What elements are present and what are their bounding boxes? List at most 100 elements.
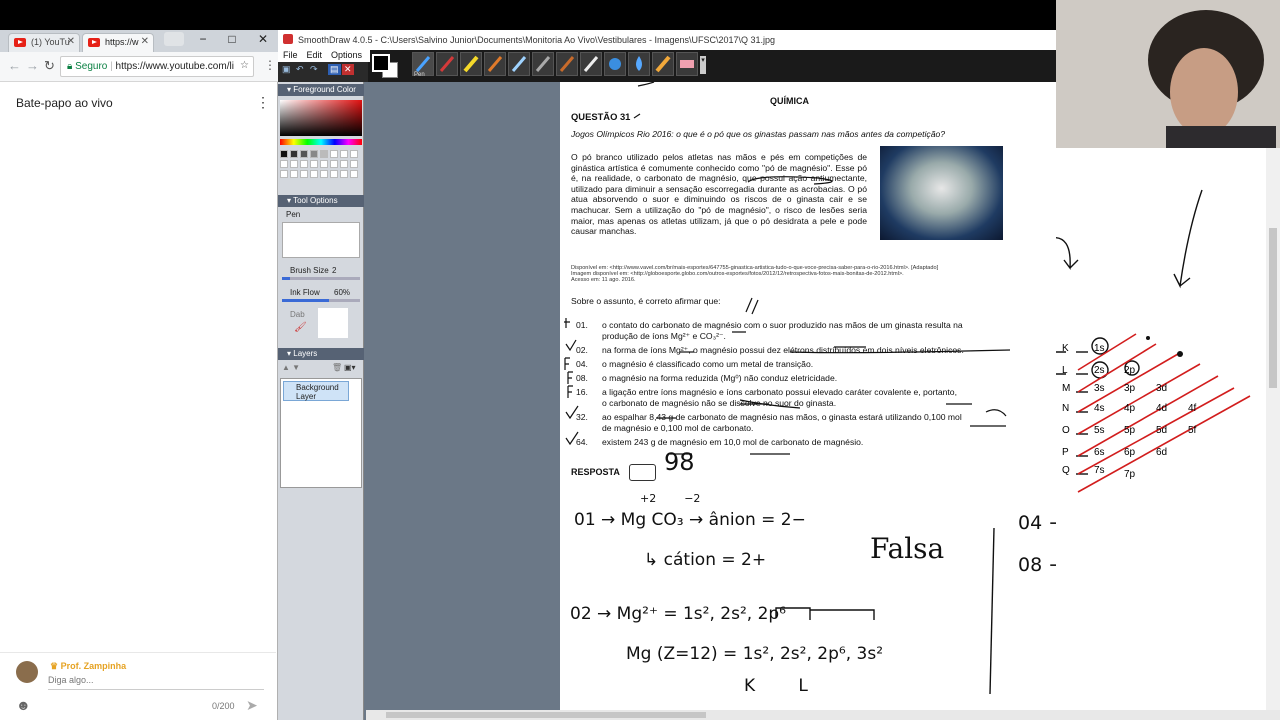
close-image-icon[interactable]: ✕ [342, 64, 354, 75]
send-icon[interactable]: ➤ [246, 697, 258, 714]
toolbar-dropdown-icon[interactable]: ▾ [700, 56, 706, 74]
panel-title: Layers [293, 349, 318, 358]
layer-name: Background Layer [296, 383, 339, 401]
subshell: 6p [1124, 447, 1136, 458]
eraser-tool[interactable] [676, 52, 698, 76]
crayon-tool[interactable] [556, 52, 578, 76]
highlighter-tool[interactable] [460, 52, 482, 76]
brush-size-slider[interactable] [282, 277, 360, 280]
spray-tool[interactable] [604, 52, 626, 76]
hue-slider[interactable] [280, 139, 362, 145]
foreground-color-header[interactable]: ▾ Foreground Color [278, 84, 364, 96]
chalk-tool[interactable] [580, 52, 602, 76]
horizontal-scrollbar-end[interactable] [1056, 710, 1280, 720]
window-title-text: SmoothDraw 4.0.5 - C:\Users\Salvino Juni… [298, 35, 776, 45]
side-panel: ▾ Foreground Color ▾ Tool Options Pen Br… [278, 82, 364, 720]
close-window-button[interactable]: ✕ [254, 32, 272, 46]
star-icon[interactable]: ☆ [240, 60, 249, 71]
save-icon[interactable]: ▣ [282, 64, 291, 75]
menu-options[interactable]: Options [331, 50, 362, 60]
webcam-overlay [1056, 0, 1280, 148]
close-tab-icon[interactable]: ✕ [141, 36, 149, 47]
presenter-video [1056, 0, 1280, 148]
chat-menu-icon[interactable]: ⋮ [256, 94, 270, 111]
tab-label: (1) YouTu [31, 37, 70, 47]
panel-title: Tool Options [293, 196, 338, 205]
redo-icon[interactable]: ↷ [310, 64, 318, 75]
horizontal-scrollbar[interactable] [366, 710, 1056, 720]
url-input[interactable]: 🔒︎ Seguro | https://www.youtube.com/li [60, 56, 254, 77]
marker-tool[interactable] [484, 52, 506, 76]
chat-input[interactable]: Diga algo... [48, 675, 94, 685]
youtube-icon [88, 38, 100, 47]
maximize-button[interactable]: □ [223, 32, 241, 46]
airbrush-tool[interactable] [508, 52, 530, 76]
close-tab-icon[interactable]: ✕ [67, 36, 75, 47]
annotation-lines [775, 527, 995, 695]
tool-label: Pen [414, 72, 425, 78]
panel-title: Foreground Color [293, 85, 356, 94]
address-bar-row: ← → ↻ 🔒︎ Seguro | https://www.youtube.co… [0, 52, 278, 82]
reload-icon[interactable]: ↻ [44, 58, 55, 74]
subshell: 4d [1156, 403, 1168, 414]
shell-label: K [1062, 343, 1069, 354]
minimize-button[interactable]: − [194, 32, 212, 46]
diagram-area: K L M N O P Q 1s 2s 2p 3s 3p 3d 4s 4p 4d… [1056, 148, 1280, 720]
layer-delete-icon[interactable]: 🗑︎ [332, 363, 342, 372]
layer-list: Background Layer [280, 378, 362, 488]
subshell: 2p [1124, 365, 1136, 376]
char-count: 0/200 [212, 701, 235, 711]
menu-file[interactable]: File [283, 50, 298, 60]
dab-brush-icon[interactable]: 🖌︎ [294, 322, 307, 333]
forward-icon[interactable]: → [26, 58, 39, 73]
smudge-tool[interactable] [652, 52, 674, 76]
quick-toolbar: ▣ ↶ ↷ ▤ ✕ [278, 62, 368, 82]
subshell: 3d [1156, 383, 1168, 394]
subshell: 3s [1094, 383, 1105, 394]
dab-label: Dab [290, 310, 305, 319]
app-icon [283, 34, 293, 44]
menu-edit[interactable]: Edit [307, 50, 323, 60]
tab-bar: (1) YouTu ✕ https://w ✕ − □ ✕ [0, 30, 278, 52]
pencil-tool[interactable] [436, 52, 458, 76]
brush-tool[interactable] [532, 52, 554, 76]
tab-youtube-1[interactable]: (1) YouTu ✕ [8, 33, 80, 52]
tool-options-header[interactable]: ▾ Tool Options [278, 195, 364, 207]
subshell: 5p [1124, 425, 1136, 436]
vertical-scrollbar[interactable] [1266, 148, 1280, 710]
shell-label: M [1062, 383, 1071, 394]
canvas-document[interactable]: QUÍMICA QUESTÃO 31 Jogos Olímpicos Rio 2… [560, 82, 1056, 712]
chat-title: Bate-papo ao vivo [16, 96, 113, 110]
ink-flow-value: 60% [334, 288, 351, 297]
menu-icon[interactable]: ⋮ [264, 58, 276, 72]
window-title: SmoothDraw 4.0.5 - C:\Users\Salvino Juni… [278, 30, 1056, 50]
layer-menu-icon[interactable]: ▣▾ [344, 363, 356, 372]
subshell: 7p [1124, 469, 1136, 480]
color-picker[interactable] [280, 100, 362, 136]
shell-label: L [1062, 365, 1068, 376]
new-icon[interactable]: ▤ [328, 64, 341, 75]
pen-preview[interactable] [282, 222, 360, 258]
back-icon[interactable]: ← [8, 58, 21, 73]
subshell: 6s [1094, 447, 1105, 458]
tab-youtube-2[interactable]: https://w ✕ [82, 33, 154, 52]
linus-pauling-diagram [1056, 189, 1251, 493]
layer-up-icon[interactable]: ▲ ▼ [282, 363, 300, 372]
author-name: Prof. Zampinha [60, 661, 127, 671]
undo-icon[interactable]: ↶ [296, 64, 304, 75]
layers-header[interactable]: ▾ Layers [278, 348, 364, 360]
background-layer[interactable]: Background Layer [283, 381, 349, 401]
water-tool[interactable] [628, 52, 650, 76]
foreground-color-swatch[interactable] [372, 54, 390, 72]
dab-preview [318, 308, 348, 338]
input-underline [48, 689, 264, 690]
swatch-grid[interactable] [280, 148, 362, 178]
ink-flow-slider[interactable] [282, 299, 360, 302]
chat-input-area: ♛ Prof. Zampinha Diga algo... ☻ 0/200 ➤ [0, 652, 276, 720]
shell-label: O [1062, 425, 1070, 436]
new-tab-button[interactable] [164, 32, 184, 46]
ink-flow-label: Ink Flow [290, 288, 320, 297]
subshell: 5s [1094, 425, 1105, 436]
toolbar: ▾ Pen [278, 50, 1056, 82]
emoji-icon[interactable]: ☻ [16, 697, 31, 713]
